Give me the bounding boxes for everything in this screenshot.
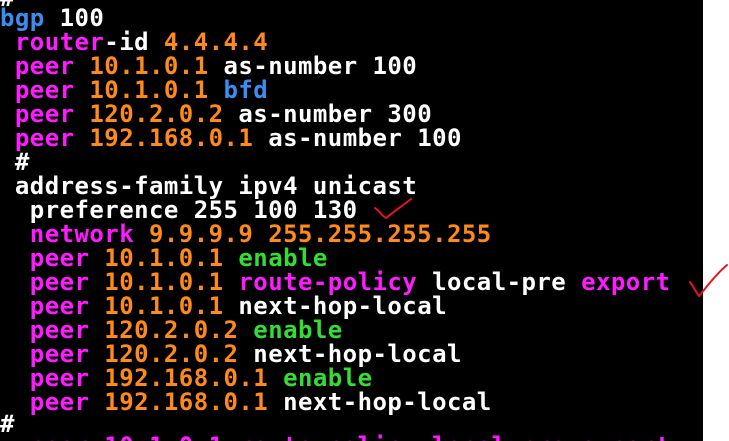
config-token: export: [581, 268, 671, 296]
config-line: network 9.9.9.9 255.255.255.255: [0, 222, 492, 246]
config-token: peer 10.1.0.1 route-policy local-pre exp…: [0, 432, 670, 441]
config-line: peer 10.1.0.1 route-policy local-pre exp…: [0, 434, 670, 441]
config-line: peer 10.1.0.1 route-policy local-pre exp…: [0, 270, 671, 294]
config-token: 192.168.0.1: [89, 124, 254, 152]
config-token: 192.168.0.1: [104, 388, 269, 416]
config-line: peer 120.2.0.2 as-number 300: [0, 102, 432, 126]
config-line: peer 10.1.0.1 enable: [0, 246, 328, 270]
config-line: peer 192.168.0.1 next-hop-local: [0, 390, 492, 414]
config-line: peer 10.1.0.1 next-hop-local: [0, 294, 447, 318]
config-token: next-hop-local: [268, 388, 492, 416]
config-line: peer 192.168.0.1 as-number 100: [0, 126, 462, 150]
config-line: peer 120.2.0.2 enable: [0, 318, 343, 342]
config-token: peer: [0, 388, 105, 416]
terminal-window[interactable]: # bgp 100 router-id 4.4.4.4 peer 10.1.0.1…: [0, 0, 703, 441]
config-line: address-family ipv4 unicast: [0, 174, 417, 198]
config-line: peer 10.1.0.1 bfd: [0, 78, 268, 102]
config-line: preference 255 100 130: [0, 198, 358, 222]
config-token: as-number 100: [253, 124, 462, 152]
page-background: [703, 0, 729, 441]
config-line: #: [0, 150, 30, 174]
config-line: peer 10.1.0.1 as-number 100: [0, 54, 417, 78]
preference-checkmark-annotation: [374, 198, 412, 219]
config-line: bgp 100: [0, 6, 104, 30]
config-line: peer 192.168.0.1 enable: [0, 366, 373, 390]
config-line: peer 120.2.0.2 next-hop-local: [0, 342, 462, 366]
config-line: router-id 4.4.4.4: [0, 30, 268, 54]
export-checkmark-annotation: [689, 264, 728, 297]
